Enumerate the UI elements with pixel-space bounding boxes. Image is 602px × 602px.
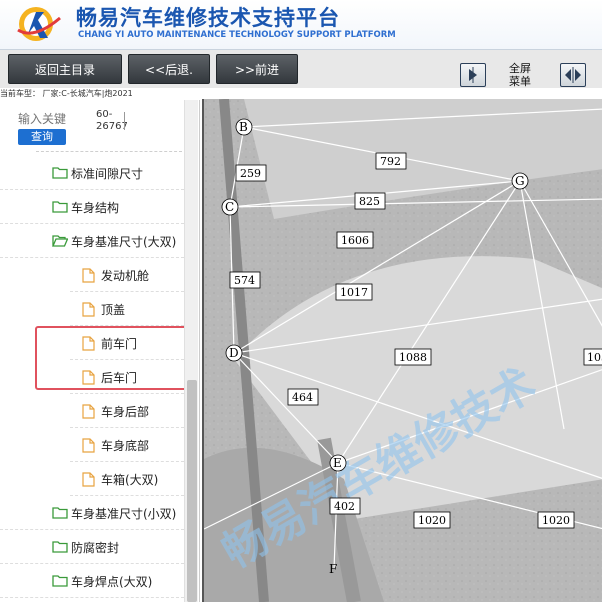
tree-item-cargo-box[interactable]: 车箱(大双) — [70, 462, 184, 496]
diagram-svg: 畅易汽车维修技术 792 259 825 1606 574 1017 1088 … — [204, 99, 602, 602]
tree-item-weld-points[interactable]: 车身焊点(大双) — [0, 564, 184, 598]
tree-item-roof[interactable]: 顶盖 — [70, 292, 184, 326]
dimension-label: 1017 — [340, 286, 368, 299]
scrollbar[interactable] — [184, 100, 198, 602]
folder-icon — [52, 507, 68, 519]
tree-item-gap-dimensions[interactable]: 标准间隙尺寸 — [0, 156, 184, 190]
tree-item-body-datum-small[interactable]: 车身基准尺寸(小双) — [0, 496, 184, 530]
document-icon — [82, 302, 95, 317]
point-label: C — [225, 200, 234, 214]
point-label: B — [239, 120, 248, 134]
folder-icon — [52, 575, 68, 587]
selection-highlight — [35, 326, 195, 390]
dimension-label: 574 — [234, 274, 255, 287]
document-icon — [82, 268, 95, 283]
navigation-panel: 查询 60- 26767 标准间隙尺寸 车身结构 车身基准尺寸(大双) 发动机舱… — [0, 100, 200, 602]
search-input[interactable] — [18, 110, 76, 128]
tree-item-body-rear[interactable]: 车身后部 — [70, 394, 184, 428]
tree-item-anticorrosion[interactable]: 防腐密封 — [0, 530, 184, 564]
point-label: G — [515, 174, 525, 188]
tree-item-body-datum-large[interactable]: 车身基准尺寸(大双) — [0, 224, 184, 258]
folder-icon — [52, 541, 68, 553]
folder-icon — [52, 167, 68, 179]
tree-item-body-structure[interactable]: 车身结构 — [0, 190, 184, 224]
fullscreen-label-line2: 菜单 — [509, 75, 531, 88]
tree-item-label: 车身底部 — [101, 439, 150, 453]
dimension-label: 1020 — [418, 514, 446, 527]
home-button[interactable]: 返回主目录 — [8, 54, 122, 84]
document-icon — [82, 438, 95, 453]
brand-title: 畅易汽车维修技术支持平台 — [76, 6, 340, 30]
tree-item-label: 发动机舱 — [101, 269, 150, 283]
forward-button[interactable]: >>前进 — [216, 54, 298, 84]
toolbar: 返回主目录 <<后退. >>前进 全屏 菜单 — [0, 50, 602, 88]
tree-item-label: 车身基准尺寸(小双) — [71, 507, 177, 521]
search-area: 查询 — [18, 108, 98, 145]
dimension-label: 825 — [359, 195, 380, 208]
search-button[interactable]: 查询 — [18, 129, 66, 145]
dimension-label: 1606 — [341, 234, 369, 247]
tree-item-label: 车箱(大双) — [101, 473, 159, 487]
divider — [36, 151, 182, 152]
dimension-label: 103 — [587, 351, 602, 364]
dimension-label: 1088 — [399, 351, 427, 364]
toggle-panel-icon[interactable] — [460, 63, 486, 87]
folder-open-icon — [52, 235, 68, 247]
divider — [124, 112, 125, 130]
dimension-label: 1020 — [542, 514, 570, 527]
document-icon — [82, 404, 95, 419]
logo — [17, 7, 61, 41]
tree-item-label: 防腐密封 — [71, 541, 120, 555]
point-label: D — [229, 346, 239, 360]
tree-item-label: 车身结构 — [71, 201, 120, 215]
back-button[interactable]: <<后退. — [128, 54, 210, 84]
tree-item-engine-bay[interactable]: 发动机舱 — [70, 258, 184, 292]
tree-item-underbody[interactable]: 车身底部 — [70, 428, 184, 462]
dimension-label: 464 — [292, 391, 313, 404]
point-label: F — [329, 562, 337, 576]
fullscreen-menu-label[interactable]: 全屏 菜单 — [500, 62, 540, 88]
dimension-label: 402 — [334, 500, 355, 513]
fullscreen-label-line1: 全屏 — [509, 62, 531, 75]
body-dimension-diagram[interactable]: 畅易汽车维修技术 792 259 825 1606 574 1017 1088 … — [202, 99, 602, 602]
point-label: E — [333, 456, 342, 470]
app-header: 畅易汽车维修技术支持平台 CHANG YI AUTO MAINTENANCE T… — [0, 0, 602, 50]
fullscreen-icon[interactable] — [560, 63, 586, 87]
brand-subtitle: CHANG YI AUTO MAINTENANCE TECHNOLOGY SUP… — [78, 30, 396, 40]
scrollbar-thumb[interactable] — [187, 380, 197, 602]
folder-icon — [52, 201, 68, 213]
dimension-label: 792 — [380, 155, 401, 168]
current-model-status: 当前车型： 厂家:C-长城汽车|炮2021 — [0, 89, 133, 98]
document-icon — [82, 472, 95, 487]
tree-item-label: 标准间隙尺寸 — [71, 167, 144, 181]
tree-item-label: 顶盖 — [101, 303, 126, 317]
tree-item-label: 车身后部 — [101, 405, 150, 419]
dimension-label: 259 — [240, 167, 261, 180]
tree-item-label: 车身基准尺寸(大双) — [71, 235, 177, 249]
tree-item-label: 车身焊点(大双) — [71, 575, 153, 589]
